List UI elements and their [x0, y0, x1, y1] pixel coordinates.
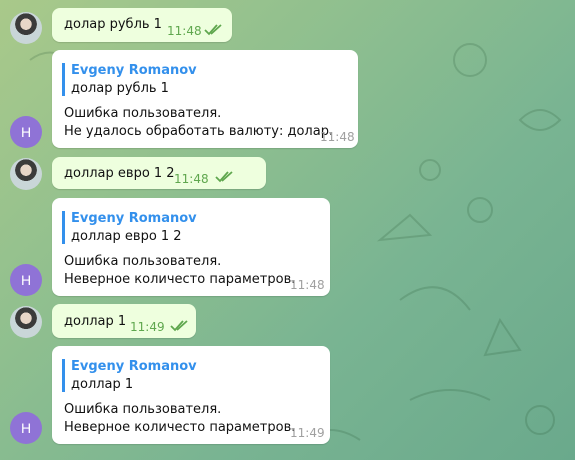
- reply-text: доллар евро 1 2: [71, 229, 182, 244]
- avatar-letter: H: [20, 420, 32, 436]
- message-line: Ошибка пользователя.: [64, 402, 222, 417]
- reply-author: Evgeny Romanov: [71, 211, 197, 226]
- double-check-icon: [170, 320, 188, 332]
- bot-avatar[interactable]: H: [10, 264, 42, 296]
- user-avatar[interactable]: [10, 158, 42, 190]
- message-text: доллар 1: [64, 314, 127, 329]
- double-check-icon: [204, 24, 222, 36]
- message-outgoing[interactable]: доллар евро 1 2 11:48: [52, 157, 266, 189]
- message-text: доллар евро 1 2: [64, 166, 175, 181]
- avatar-letter: H: [20, 272, 32, 288]
- reply-text: доллар 1: [71, 377, 134, 392]
- message-line: Неверное количесто параметров.: [64, 420, 296, 435]
- message-incoming[interactable]: Evgeny Romanov доллар 1 Ошибка пользоват…: [52, 346, 330, 444]
- message-time: 11:49: [290, 426, 325, 440]
- message-line: Не удалось обработать валюту: долар.: [64, 124, 334, 139]
- reply-quote[interactable]: Evgeny Romanov доллар евро 1 2: [62, 211, 197, 244]
- message-time: 11:48: [174, 172, 209, 186]
- user-avatar[interactable]: [10, 12, 42, 44]
- reply-author: Evgeny Romanov: [71, 359, 197, 374]
- message-time: 11:48: [167, 24, 202, 38]
- reply-quote[interactable]: Evgeny Romanov доллар 1: [62, 359, 197, 392]
- bot-avatar[interactable]: H: [10, 116, 42, 148]
- message-body: Ошибка пользователя. Неверное количесто …: [64, 253, 295, 289]
- message-outgoing[interactable]: доллар 1 11:49: [52, 304, 196, 338]
- reply-text: долар рубль 1: [71, 81, 169, 96]
- reply-author: Evgeny Romanov: [71, 63, 197, 78]
- message-time: 11:48: [290, 278, 325, 292]
- avatar-letter: H: [20, 124, 32, 140]
- bot-avatar[interactable]: H: [10, 412, 42, 444]
- message-outgoing[interactable]: долар рубль 1 11:48: [52, 8, 232, 42]
- user-avatar[interactable]: [10, 306, 42, 338]
- message-time: 11:49: [130, 320, 165, 334]
- message-line: Ошибка пользователя.: [64, 106, 222, 121]
- reply-quote[interactable]: Evgeny Romanov долар рубль 1: [62, 63, 197, 96]
- message-body: Ошибка пользователя. Неверное количесто …: [64, 401, 295, 437]
- message-line: Ошибка пользователя.: [64, 254, 222, 269]
- message-time: 11:48: [320, 130, 355, 144]
- message-line: Неверное количесто параметров.: [64, 272, 296, 287]
- message-incoming[interactable]: Evgeny Romanov доллар евро 1 2 Ошибка по…: [52, 198, 330, 296]
- message-text: долар рубль 1: [64, 17, 162, 32]
- message-incoming[interactable]: Evgeny Romanov долар рубль 1 Ошибка поль…: [52, 50, 358, 148]
- double-check-icon: [215, 171, 233, 183]
- message-body: Ошибка пользователя. Не удалось обработа…: [64, 105, 333, 141]
